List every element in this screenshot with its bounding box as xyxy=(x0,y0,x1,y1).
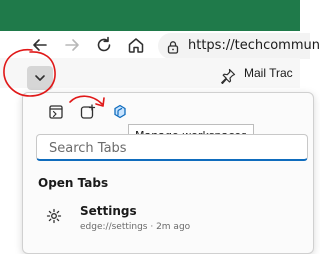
pin-icon[interactable] xyxy=(220,68,236,85)
window-top-bar xyxy=(0,0,300,31)
refresh-icon[interactable] xyxy=(94,35,114,55)
gear-icon xyxy=(46,208,62,224)
vertical-tabs-icon[interactable] xyxy=(46,102,66,122)
search-tabs-input[interactable] xyxy=(47,138,301,158)
url-text[interactable]: https://techcommun xyxy=(188,38,320,53)
open-tabs-heading: Open Tabs xyxy=(38,176,109,190)
tab-title-mail[interactable]: Mail Trac xyxy=(244,66,293,80)
home-icon[interactable] xyxy=(126,35,146,55)
back-arrow-icon[interactable] xyxy=(30,35,50,55)
tab-actions-menu-button[interactable] xyxy=(27,66,53,90)
tab-subtitle: edge://settings · 2m ago xyxy=(80,222,191,232)
workspaces-icon[interactable] xyxy=(110,102,130,122)
forward-arrow-icon[interactable] xyxy=(62,35,82,55)
tab-title: Settings xyxy=(80,204,137,218)
chevron-down-icon xyxy=(35,75,45,81)
open-tab-row-settings[interactable]: Settings edge://settings · 2m ago xyxy=(40,204,300,238)
search-tabs-field[interactable] xyxy=(36,134,308,161)
address-bar[interactable]: https://techcommun xyxy=(158,33,320,59)
lock-icon[interactable] xyxy=(166,39,180,54)
collections-icon[interactable] xyxy=(78,102,98,122)
